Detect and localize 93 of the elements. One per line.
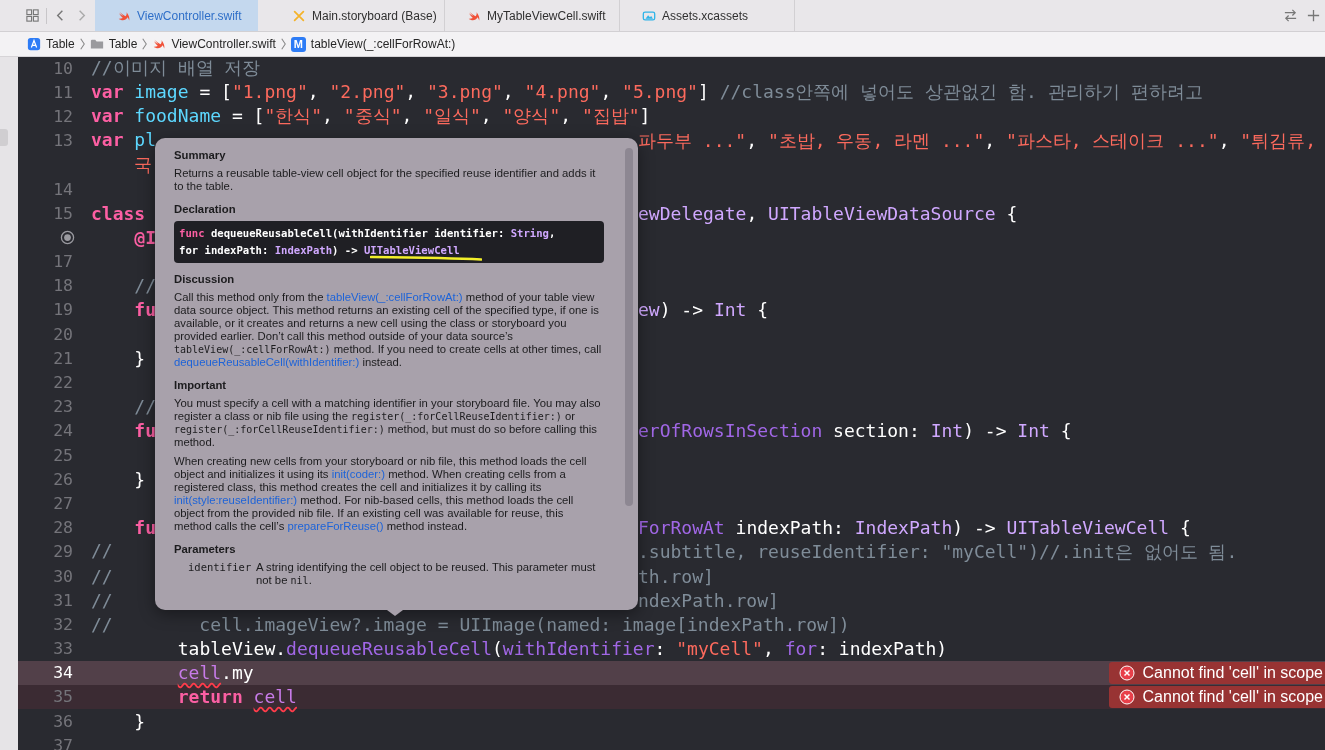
line-number: 32 [53,614,73,634]
line-number: 23 [53,397,73,417]
code-text: @I [133,226,157,248]
declaration-code: func dequeueReusableCell(withIdentifier identifier: String, for indexPath: IndexPath) -> UITableViewCell [174,221,604,263]
line-number: 20 [53,324,73,344]
line-number: 19 [53,300,73,320]
line-number: 36 [53,711,73,731]
grid-icon[interactable] [25,8,40,23]
parameter-description: A string identifying the cell object to be reused. This parameter must not be nil. [256,561,597,587]
code-text: class [91,202,146,224]
file-tab[interactable]: Main.storyboard (Base) [270,0,445,31]
assets-icon [642,8,656,23]
section-heading: Discussion [174,273,236,286]
line-number: 34 [53,663,73,683]
code-text: ForRowAt indexPath: IndexPath) -> UITableViewCell { [638,517,1191,539]
line-number: 35 [53,687,73,707]
line-number: 10 [53,58,73,78]
code-text: var foodName = ["한식", "중식", "일식", "양식", "집밥"] [91,104,651,129]
line-number: 18 [53,276,73,296]
line-number: 12 [53,106,73,126]
line-number: 17 [53,252,73,272]
code-text: ndexPath.row] [638,589,779,611]
error-icon [1118,688,1135,705]
code-text: return cell [176,686,297,708]
line-number: 27 [53,493,73,513]
code-text: var image = ["1.png", "2.png", "3.png", "4.png", "5.png"] //class안쪽에 넣어도 상관없긴 함. 관리하기 편하려고 [91,80,1203,105]
code-text: } [133,347,146,369]
line-number: 15 [53,203,73,223]
scrollbar-thumb[interactable] [625,148,633,506]
paragraph: When creating new cells from your storyboard or nib file, this method loads the cell object and initializes it using its init(coder:) method. When creating cells from a registered class, this method creates the cell and initializes it by calling its init(style:reuseIdentifier:) method. For nib-based cells, this method loads the cell object from the provided nib file. If an existing cell was available for reuse, this method calls the cell’s prepareForReuse() method instead. [174,455,588,533]
breadcrumb-item[interactable]: Table [27,37,75,51]
code-text: var pl [91,128,157,152]
code-text: // [133,396,157,418]
code-text: fu [133,517,157,539]
code-text: // [91,565,113,587]
code-text: 파두부 ...", "초밥, 우동, 라멘 ...", "파스타, 스테이크 ...", "튀김류, [638,128,1316,153]
outlet-connected-icon[interactable] [60,229,75,245]
line-number: 21 [53,348,73,368]
code-text: erOfRowsInSection section: Int) -> Int { [638,420,1072,442]
code-text: } [133,710,146,732]
line-number: 28 [53,518,73,538]
parameter-name: identifier [187,561,253,575]
line-number: 30 [53,566,73,586]
line-number: 22 [53,373,73,393]
line-number: 11 [53,82,73,102]
section-heading: Important [174,379,228,392]
error-message[interactable]: Cannot find 'cell' in scope [1108,661,1325,684]
code-text: // cell.imageView?.image = UIImage(named: image[indexPath.row]) [91,613,850,635]
line-number: 14 [53,179,73,199]
section-heading: Declaration [174,203,237,216]
storyboard-icon [292,8,306,23]
code-text: } [133,468,146,490]
code-text: //이미지 배열 저장 [91,56,261,81]
code-text: ewDelegate, UITableViewDataSource { [638,202,1018,224]
error-icon [1118,664,1135,681]
line-number: 13 [53,131,73,151]
breadcrumb-item[interactable]: Table [89,37,138,51]
file-tab[interactable]: Assets.xcassets [620,0,795,31]
code-text: fu [133,299,157,321]
code-text: fu [133,420,157,442]
error-message[interactable]: Cannot find 'cell' in scope [1108,685,1325,708]
file-tab[interactable]: MyTableViewCell.swift [445,0,620,31]
file-tab[interactable]: ViewController.swift [95,0,258,31]
section-heading: Summary [174,149,227,162]
chevron-icon [78,37,86,51]
swap-arrows-icon[interactable] [1283,8,1298,23]
code-text: 국 [133,152,153,177]
paragraph: Call this method only from the tableView(_:cellForRowAt:) method of your table view data source object. This method returns an existing cell of the specified type, if one is available, or it creates and returns a new cell using the class or storyboard you provided earlier. Don’t call this method outside of your data source’s tableView(_:cellForRowAt:) method. If you need to create cells at other times, call dequeueReusableCell(withIdentifier:) instead. [174,291,603,369]
add-icon[interactable] [1306,8,1321,23]
chevron-icon [279,37,287,51]
folder-icon [89,37,104,51]
line-number: 29 [53,542,73,562]
section-heading: Parameters [174,543,237,556]
code-text: tableView.dequeueReusableCell(withIdentifier: "myCell", for: indexPath) [176,638,948,660]
code-text: // [91,539,113,563]
code-text: // [133,275,157,297]
line-number: 25 [53,445,73,465]
breadcrumb-item[interactable]: ViewController.swift [152,37,276,51]
chevron-icon [141,37,149,51]
app-project-icon [27,37,41,51]
code-text: .subtitle, reuseIdentifier: "myCell")//.init은 없어도 됨. [638,539,1238,564]
paragraph: Returns a reusable table-view cell object for the specified reuse identifier and adds it to the table. [174,167,597,193]
code-text: // [91,589,113,611]
line-number: 33 [53,639,73,659]
swift-icon [152,37,167,51]
line-number: 24 [53,421,73,441]
code-text: th.row] [638,565,714,587]
breadcrumb-item[interactable]: M tableView(_:cellForRowAt:) [290,36,456,52]
line-number: 26 [53,469,73,489]
code-text: ew) -> Int { [638,299,769,321]
paragraph: You must specify a cell with a matching identifier in your storyboard file. You may also register a class or nib file using the register(_:forCellReuseIdentifier:) or register(_:forCellReuseIdentifier:) method, but must do so before calling this method. [174,397,602,449]
code-text: cell.my [176,662,254,684]
line-number: 31 [53,590,73,610]
